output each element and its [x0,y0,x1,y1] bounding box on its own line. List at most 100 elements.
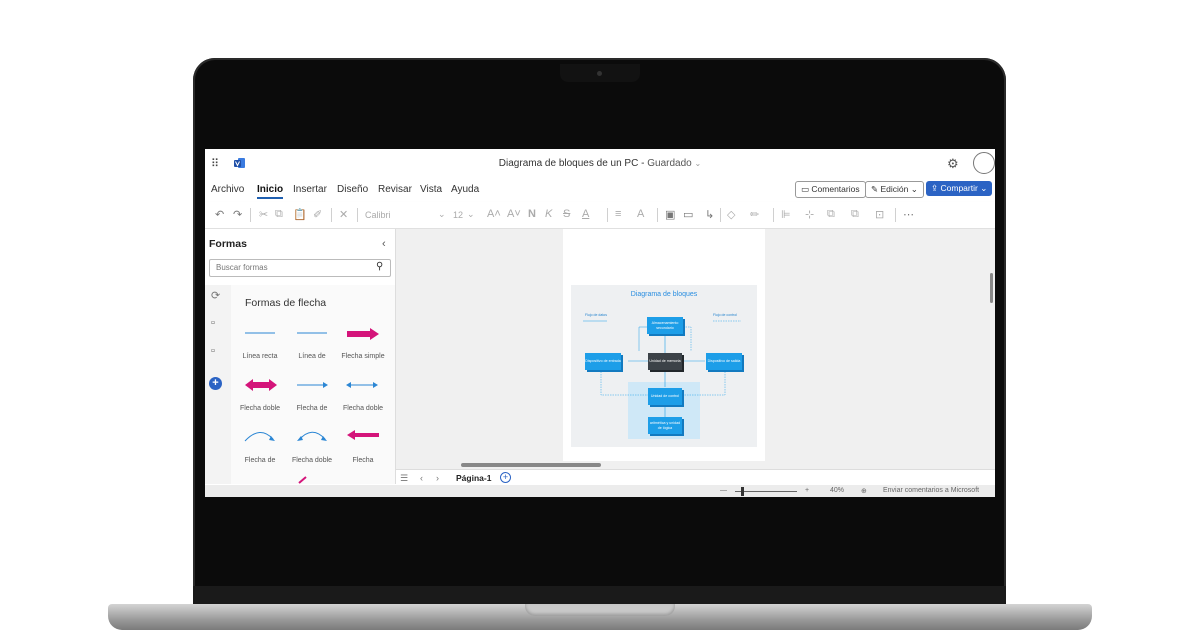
shape-label: Línea recta [242,353,278,360]
control-unit-block[interactable]: Unidad de control [648,388,682,405]
zoom-level[interactable]: 40% [830,487,844,494]
cut-icon[interactable]: ✂ [259,208,268,221]
strikethrough-icon[interactable]: S [563,208,570,220]
curved-arrow-shape[interactable] [243,427,277,443]
alu-block[interactable]: aritmética y unidad de lógica [648,417,682,434]
zoom-in-button[interactable]: + [805,487,809,494]
status-bar: — + 40% ⊕ Enviar comentarios a Microsoft [205,485,995,497]
undo-icon[interactable]: ↶ [215,208,224,221]
left-arrow-shape[interactable] [345,429,381,441]
save-status: Guardado [647,158,692,169]
avatar[interactable] [973,152,995,174]
shrink-font-icon[interactable]: A˅ [507,208,521,220]
flowchart-shapes-icon[interactable]: ▫ [211,345,215,357]
comments-button[interactable]: ▭ Comentarios [795,181,866,198]
menu-archivo[interactable]: Archivo [211,184,244,195]
menu-ayuda[interactable]: Ayuda [451,184,479,195]
collapse-panel-icon[interactable]: ‹ [382,238,386,250]
group-icon[interactable]: ⊡ [875,208,884,221]
shape-label: Flecha doble [239,405,281,412]
line-shape[interactable] [295,327,329,339]
drawing-canvas[interactable]: Diagrama de bloques Flujo de datos Flujo… [396,229,995,469]
menu-insertar[interactable]: Insertar [293,184,327,195]
search-icon[interactable]: ⚲ [376,261,383,272]
diagonal-arrow-shape[interactable] [297,475,311,484]
menu-inicio[interactable]: Inicio [257,184,284,199]
bring-forward-icon[interactable]: ⧉ [827,208,835,221]
recent-shapes-icon[interactable]: ⟳ [211,289,220,302]
page-list-icon[interactable]: ☰ [400,473,408,484]
copy-icon[interactable]: ⧉ [275,208,283,221]
arrow-line-shape[interactable] [295,379,329,391]
scrollbar-thumb[interactable] [461,463,601,467]
double-arrow-line-shape[interactable] [345,379,379,391]
feedback-link[interactable]: Enviar comentarios a Microsoft [883,487,979,494]
redo-icon[interactable]: ↷ [233,208,242,221]
block-diagram[interactable]: Diagrama de bloques Flujo de datos Flujo… [571,285,757,447]
simple-arrow-shape[interactable] [345,327,381,341]
shape-label: Flecha [352,457,374,464]
shape-label: Flecha doble [291,457,333,464]
zoom-slider[interactable] [735,491,797,492]
bold-icon[interactable]: N [528,208,536,220]
rectangle-shape-icon[interactable]: ▭ [683,208,693,221]
curved-double-arrow-shape[interactable] [295,427,329,443]
font-color-icon[interactable]: A [582,208,589,220]
grow-font-icon[interactable]: A˄ [487,208,501,220]
text-size-icon[interactable]: A [637,208,644,220]
format-painter-icon[interactable]: ✐ [313,208,322,221]
secondary-storage-block[interactable]: Almacenamiento secundario [647,317,683,334]
line-color-icon[interactable]: ✏ [750,208,759,221]
straight-line-shape[interactable] [243,327,277,339]
chevron-down-icon: ⌄ [980,183,988,193]
title-bar: ⠿ Diagrama de bloques de un PC - Guardad… [205,149,995,177]
connector-icon[interactable]: ↳ [705,208,714,221]
page-tabs-bar: ☰ ‹ › Página-1 + [396,469,995,486]
ribbon-divider [331,208,332,222]
menu-revisar[interactable]: Revisar [378,184,412,195]
document-name: Diagrama de bloques de un PC [498,158,639,169]
ribbon-divider [607,208,608,222]
zoom-slider-thumb[interactable] [741,487,744,496]
horizontal-scrollbar[interactable] [396,461,995,469]
vertical-scrollbar-thumb[interactable] [990,273,993,303]
document-title[interactable]: Diagrama de bloques de un PC - Guardado … [205,158,995,169]
position-icon[interactable]: ⊹ [805,208,814,221]
add-stencil-icon[interactable]: + [209,377,222,390]
align-icon[interactable]: ≡ [615,208,621,220]
output-device-block[interactable]: Dispositivo de salida [706,353,742,370]
menu-diseno[interactable]: Diseño [337,184,368,195]
paste-icon[interactable]: 📋 [293,208,307,221]
chevron-down-icon[interactable]: ⌄ [438,209,446,220]
text-box-icon[interactable]: ▣ [665,208,675,221]
add-page-icon[interactable]: + [500,472,511,483]
align-shapes-icon[interactable]: ⊫ [781,208,791,221]
zoom-out-button[interactable]: — [720,487,727,494]
drawing-page[interactable]: Diagrama de bloques Flujo de datos Flujo… [563,229,765,461]
title-separator: - [641,158,645,169]
shapes-search-input[interactable]: Buscar formas ⚲ [209,259,391,277]
next-page-icon[interactable]: › [436,473,439,483]
double-arrow-shape[interactable] [243,378,279,392]
more-options-icon[interactable]: ⋯ [903,208,914,221]
gear-icon[interactable]: ⚙ [947,156,959,172]
menu-vista[interactable]: Vista [420,184,442,195]
input-device-block[interactable]: Dispositivo de entrada [585,353,621,370]
tab-pagina-1[interactable]: Página-1 [456,473,491,483]
fit-page-icon[interactable]: ⊕ [861,487,867,495]
editing-mode-button[interactable]: ✎ Edición ⌄ [865,181,924,198]
memory-unit-block[interactable]: Unidad de memoria [648,353,682,370]
font-name-select[interactable]: Calibri [365,210,391,220]
font-size-select[interactable]: 12 [453,210,463,220]
basic-shapes-icon[interactable]: ▫ [211,317,215,329]
share-button[interactable]: ⇪ Compartir ⌄ [926,181,993,196]
shape-label: Línea de [298,353,326,360]
chevron-down-icon[interactable]: ⌄ [467,209,475,220]
delete-icon[interactable]: ✕ [339,208,348,221]
previous-page-icon[interactable]: ‹ [420,473,423,483]
fill-icon[interactable]: ◇ [727,208,735,221]
ribbon-divider [657,208,658,222]
italic-icon[interactable]: K [545,208,552,220]
send-backward-icon[interactable]: ⧉ [851,208,859,221]
shape-category-title: Formas de flecha [245,297,327,309]
